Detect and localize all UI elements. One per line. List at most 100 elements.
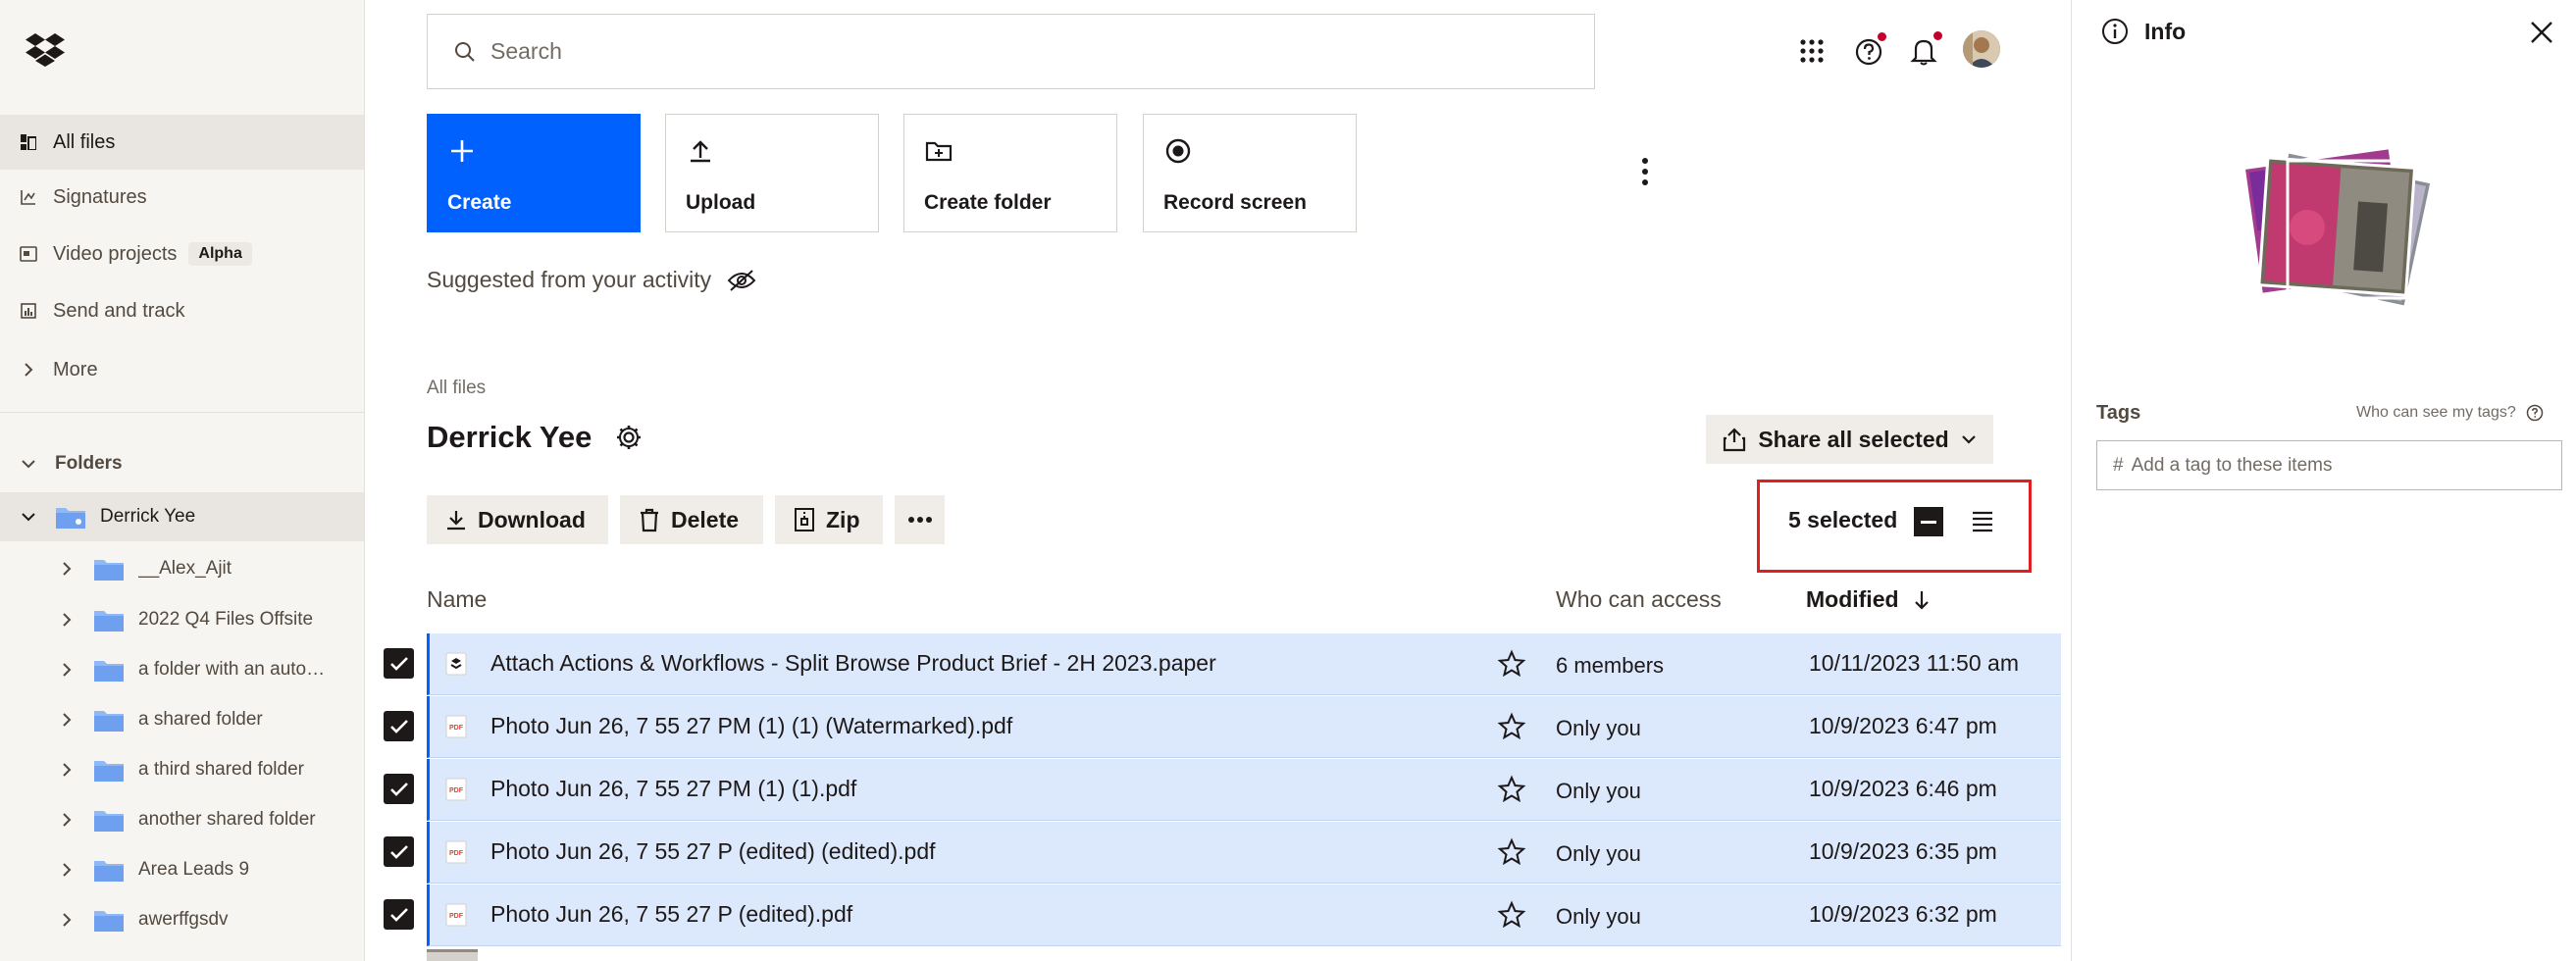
checkmark-icon: [389, 844, 408, 859]
pdf-label: PDF: [449, 913, 464, 920]
tree-folder[interactable]: a third shared folder: [0, 745, 364, 794]
file-name[interactable]: Photo Jun 26, 7 55 27 PM (1) (1).pdf: [490, 776, 856, 802]
chevron-right-icon[interactable]: [56, 809, 77, 831]
table-row[interactable]: PDF Photo Jun 26, 7 55 27 P (edited).pdf…: [427, 885, 2061, 946]
nav-send-and-track[interactable]: Send and track: [0, 283, 364, 338]
tree-folder-partial[interactable]: [0, 945, 364, 961]
row-checkbox[interactable]: [384, 711, 414, 741]
chevron-right-icon[interactable]: [56, 659, 77, 681]
chevron-down-icon[interactable]: [18, 506, 39, 528]
tree-label: Area Leads 9: [138, 859, 250, 880]
star-icon[interactable]: [1497, 837, 1526, 867]
share-all-selected-button[interactable]: Share all selected: [1706, 415, 1993, 464]
folders-section-toggle[interactable]: Folders: [0, 439, 364, 488]
gear-icon[interactable]: [615, 424, 643, 451]
row-checkbox[interactable]: [384, 899, 414, 930]
search-bar[interactable]: [427, 14, 1595, 89]
chevron-right-icon[interactable]: [56, 759, 77, 781]
modified-value: 10/9/2023 6:35 pm: [1809, 838, 1997, 864]
tags-input[interactable]: [2131, 454, 2544, 477]
table-row[interactable]: PDF Photo Jun 26, 7 55 27 PM (1) (1) (Wa…: [427, 696, 2061, 758]
pdf-file-icon: PDF: [445, 715, 467, 738]
bell-icon[interactable]: [1910, 35, 1939, 67]
dropbox-logo-icon[interactable]: [26, 31, 65, 67]
create-button[interactable]: Create: [427, 114, 641, 232]
tags-field[interactable]: #: [2096, 440, 2562, 490]
tree-folder[interactable]: 2022 Q4 Files Offsite: [0, 595, 364, 644]
apps-grid-icon[interactable]: [1799, 38, 1825, 64]
nav-all-files[interactable]: All files: [0, 115, 364, 170]
file-name[interactable]: Photo Jun 26, 7 55 27 P (edited) (edited…: [490, 838, 936, 865]
search-input[interactable]: [490, 38, 1570, 65]
tree-folder[interactable]: a shared folder: [0, 695, 364, 744]
row-checkbox[interactable]: [384, 774, 414, 804]
chevron-down-icon: [1961, 435, 1976, 444]
tree-label: Derrick Yee: [100, 506, 196, 527]
tree-folder[interactable]: Area Leads 9: [0, 845, 364, 894]
tree-folder[interactable]: a folder with an auto…: [0, 645, 364, 694]
upload-button[interactable]: Upload: [665, 114, 879, 232]
record-screen-button[interactable]: Record screen: [1143, 114, 1357, 232]
modified-value: 10/9/2023 6:32 pm: [1809, 901, 1997, 927]
more-options-button[interactable]: [895, 495, 945, 544]
tree-label: __Alex_Ajit: [138, 558, 232, 579]
upload-icon: [691, 140, 710, 163]
pdf-file-icon: PDF: [445, 840, 467, 864]
table-row[interactable]: Attach Actions & Workflows - Split Brows…: [427, 633, 2061, 695]
user-avatar[interactable]: [1963, 30, 2000, 68]
tree-root-folder[interactable]: Derrick Yee: [0, 492, 364, 541]
chevron-right-icon[interactable]: [56, 609, 77, 631]
column-access[interactable]: Who can access: [1556, 586, 1722, 613]
zip-icon: [795, 508, 814, 531]
info-icon: [2102, 19, 2128, 44]
row-checkbox[interactable]: [384, 836, 414, 867]
nav-signatures[interactable]: Signatures: [0, 170, 364, 225]
list-view-icon[interactable]: [1971, 509, 1994, 534]
breadcrumb[interactable]: All files: [427, 378, 486, 399]
zip-button[interactable]: Zip: [775, 495, 883, 544]
chevron-right-icon[interactable]: [56, 859, 77, 881]
upload-label: Upload: [686, 191, 756, 214]
pdf-file-icon: PDF: [445, 778, 467, 801]
column-name[interactable]: Name: [427, 586, 487, 613]
row-checkbox[interactable]: [384, 648, 414, 679]
column-modified-label: Modified: [1806, 586, 1899, 612]
hide-eye-icon[interactable]: [727, 269, 756, 292]
tree-folder[interactable]: awerffgsdv: [0, 895, 364, 944]
delete-button[interactable]: Delete: [620, 495, 763, 544]
star-icon[interactable]: [1497, 712, 1526, 741]
table-row[interactable]: PDF Photo Jun 26, 7 55 27 PM (1) (1).pdf…: [427, 759, 2061, 821]
folder-icon: [94, 560, 124, 581]
nav-label: More: [53, 358, 98, 380]
chevron-right-icon[interactable]: [56, 909, 77, 931]
download-button[interactable]: Download: [427, 495, 608, 544]
help-icon: [2526, 404, 2543, 422]
files-icon: [20, 133, 37, 151]
tree-folder[interactable]: __Alex_Ajit: [0, 544, 364, 593]
modified-value: 10/9/2023 6:46 pm: [1809, 776, 1997, 801]
file-name[interactable]: Photo Jun 26, 7 55 27 P (edited).pdf: [490, 901, 852, 928]
star-icon[interactable]: [1497, 900, 1526, 930]
record-icon: [1165, 138, 1191, 164]
file-name[interactable]: Attach Actions & Workflows - Split Brows…: [490, 650, 1216, 677]
access-value: Only you: [1556, 904, 1641, 929]
close-icon[interactable]: [2529, 20, 2554, 45]
table-row[interactable]: PDF Photo Jun 26, 7 55 27 P (edited) (ed…: [427, 822, 2061, 884]
star-icon[interactable]: [1497, 775, 1526, 804]
create-folder-button[interactable]: Create folder: [903, 114, 1117, 232]
tree-folder[interactable]: another shared folder: [0, 795, 364, 844]
folder-icon: [94, 911, 124, 932]
star-icon[interactable]: [1497, 649, 1526, 679]
paper-doc-icon: [445, 652, 467, 676]
column-modified[interactable]: Modified: [1806, 586, 1931, 613]
file-name[interactable]: Photo Jun 26, 7 55 27 PM (1) (1) (Waterm…: [490, 713, 1012, 739]
tags-who-link[interactable]: Who can see my tags?: [2356, 404, 2544, 422]
nav-video-projects[interactable]: Video projects Alpha: [0, 227, 364, 281]
tree-label: 2022 Q4 Files Offsite: [138, 609, 314, 630]
deselect-all-checkbox[interactable]: [1914, 507, 1943, 536]
chevron-right-icon[interactable]: [56, 709, 77, 731]
access-value: Only you: [1556, 716, 1641, 740]
more-actions-icon[interactable]: [1634, 157, 1656, 186]
nav-more[interactable]: More: [0, 342, 364, 397]
chevron-right-icon[interactable]: [56, 558, 77, 580]
